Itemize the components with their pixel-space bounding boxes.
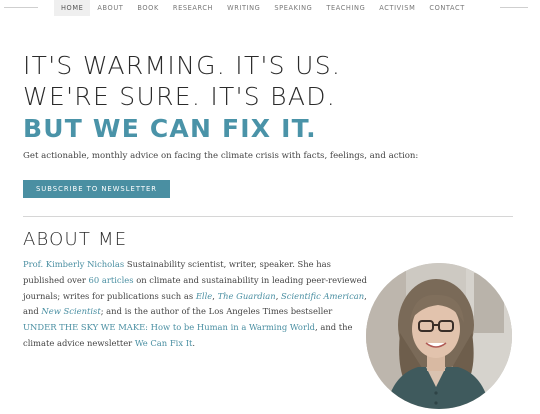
subscribe-button[interactable]: SUBSCRIBE TO NEWSLETTER [23,180,170,198]
nav-divider-left [4,7,38,8]
nav-item-activism[interactable]: ACTIVISM [372,0,422,16]
portrait-image [366,263,512,409]
nav-item-contact[interactable]: CONTACT [422,0,471,16]
hero-headline-line-1: IT'S WARMING. IT'S US. [23,51,342,80]
nav-item-speaking[interactable]: SPEAKING [267,0,319,16]
new-scientist-link[interactable]: New Scientist [41,306,100,316]
name-link[interactable]: Prof. Kimberly Nicholas [23,259,124,269]
nav-items: HOME ABOUT BOOK RESEARCH WRITING SPEAKIN… [54,0,472,16]
nav-item-book[interactable]: BOOK [130,0,166,16]
hero-headline-line-2: WE'RE SURE. IT'S BAD. [23,82,337,111]
about-heading: ABOUT ME [23,229,128,250]
about-bio: Prof. Kimberly Nicholas Sustainability s… [23,257,368,352]
nav-item-writing[interactable]: WRITING [220,0,267,16]
nav-item-teaching[interactable]: TEACHING [319,0,372,16]
nav-item-home[interactable]: HOME [54,0,91,16]
newsletter-tagline: Get actionable, monthly advice on facing… [23,151,419,161]
nav-item-about[interactable]: ABOUT [90,0,130,16]
section-divider [23,216,513,217]
bio-text: . [192,337,196,348]
bio-text: ; and is the author of the Los Angeles T… [100,306,333,317]
newsletter-link[interactable]: We Can Fix It [135,338,193,348]
nav-divider-right [500,7,528,8]
scientific-american-link[interactable]: Scientific American [281,291,364,301]
nav-item-research[interactable]: RESEARCH [166,0,220,16]
top-navigation: HOME ABOUT BOOK RESEARCH WRITING SPEAKIN… [0,0,540,16]
elle-link[interactable]: Elle [196,291,212,301]
book-link[interactable]: UNDER THE SKY WE MAKE: How to be Human i… [23,322,315,332]
author-portrait [366,263,512,409]
hero-headline-line-3: BUT WE CAN FIX IT. [23,114,317,143]
articles-link[interactable]: 60 articles [89,275,134,285]
guardian-link[interactable]: The Guardian [218,291,276,301]
